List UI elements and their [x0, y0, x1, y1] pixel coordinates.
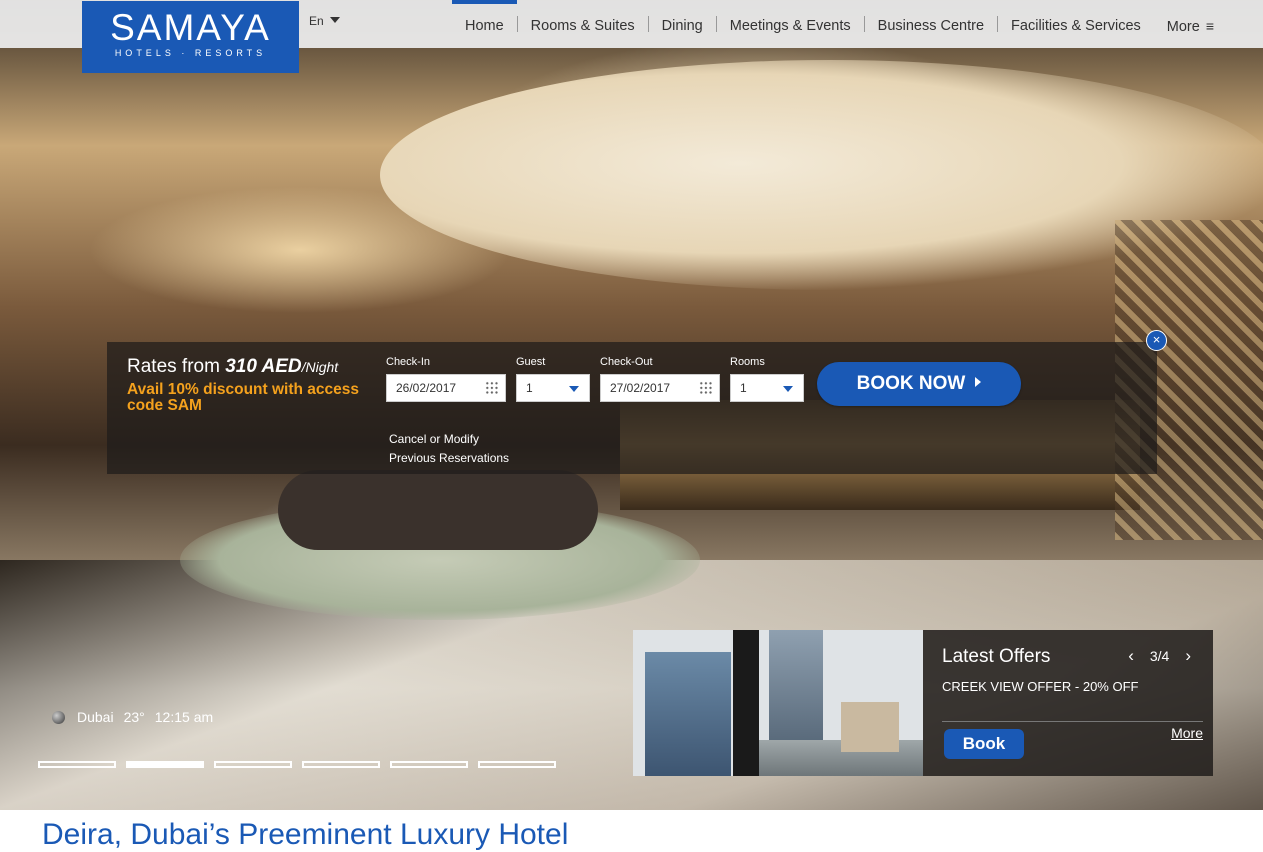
rooms-value: 1	[740, 381, 747, 395]
offer-image-building	[645, 652, 731, 776]
language-selector[interactable]: En	[309, 14, 340, 28]
hero-sofa	[278, 470, 598, 550]
nav-item-home[interactable]: Home	[451, 0, 517, 48]
language-label: En	[309, 14, 324, 28]
checkout-field[interactable]: 27/02/2017	[600, 374, 720, 402]
brand-tagline: HOTELS · RESORTS	[114, 48, 267, 58]
offers-title: Latest Offers	[942, 646, 1051, 667]
checkin-label: Check-In	[386, 356, 431, 368]
guest-label: Guest	[516, 356, 546, 368]
calendar-icon[interactable]	[485, 381, 499, 395]
checkin-field[interactable]: 26/02/2017	[386, 374, 506, 402]
checkin-value: 26/02/2017	[396, 381, 457, 395]
cancel-line-2: Previous Reservations	[389, 451, 510, 465]
nav-item-business-centre[interactable]: Business Centre	[865, 0, 997, 48]
brand-logo[interactable]: SAMAYA HOTELS · RESORTS	[82, 1, 299, 73]
rooms-select[interactable]: 1	[730, 374, 804, 402]
moon-icon	[52, 710, 65, 724]
weather-temp: 23°	[123, 709, 145, 725]
nav-item-meetings-events[interactable]: Meetings & Events	[717, 0, 864, 48]
cancel-modify-link[interactable]: Cancel or Modify Previous Reservations	[389, 430, 509, 468]
offer-more-link[interactable]: More	[1171, 725, 1203, 741]
weather-time: 12:15 am	[154, 709, 214, 725]
book-now-button[interactable]: BOOK NOW	[817, 362, 1021, 406]
chevron-left-icon[interactable]: ‹	[1124, 646, 1138, 666]
brand-name: SAMAYA	[110, 7, 271, 48]
offer-description: CREEK VIEW OFFER - 20% OFF	[942, 679, 1139, 694]
rates-prefix: Rates from	[127, 356, 220, 377]
offers-position: 3/4	[1149, 648, 1170, 664]
calendar-icon[interactable]	[699, 381, 713, 395]
offer-image-divider	[733, 630, 759, 776]
rates-price: 310 AED	[225, 356, 302, 377]
chevron-down-icon	[329, 17, 340, 23]
slider-dot[interactable]	[390, 761, 468, 768]
chevron-down-icon	[569, 386, 579, 392]
offer-book-button[interactable]: Book	[944, 729, 1024, 759]
nav-item-dining[interactable]: Dining	[649, 0, 716, 48]
offer-image[interactable]	[633, 630, 923, 776]
slider-dot[interactable]	[302, 761, 380, 768]
page-headline: Deira, Dubai’s Preeminent Luxury Hotel	[42, 818, 569, 851]
slider-dot[interactable]	[126, 761, 204, 768]
checkout-label: Check-Out	[600, 356, 653, 368]
nav-item-more[interactable]: More ≡	[1154, 0, 1227, 48]
rates-text: Rates from 310 AED/Night	[127, 356, 338, 378]
booking-widget: Rates from 310 AED/Night Avail 10% disco…	[107, 342, 1157, 474]
hamburger-icon: ≡	[1205, 18, 1214, 34]
offers-pager: ‹ 3/4 ›	[1124, 646, 1195, 666]
chevron-right-icon[interactable]: ›	[1181, 646, 1195, 666]
cancel-line-1: Cancel or Modify	[389, 432, 480, 446]
book-now-label: BOOK NOW	[856, 373, 966, 394]
main-nav: Home Rooms & Suites Dining Meetings & Ev…	[451, 0, 1227, 48]
chevron-down-icon	[783, 386, 793, 392]
latest-offers-panel: Latest Offers ‹ 3/4 › CREEK VIEW OFFER -…	[923, 630, 1213, 776]
nav-item-facilities-services[interactable]: Facilities & Services	[998, 0, 1154, 48]
checkout-value: 27/02/2017	[610, 381, 671, 395]
close-icon[interactable]: ×	[1146, 330, 1167, 351]
offer-image-tower	[769, 630, 823, 750]
rooms-label: Rooms	[730, 356, 765, 368]
nav-more-label: More	[1166, 19, 1200, 35]
slider-dot[interactable]	[38, 761, 116, 768]
slider-dot[interactable]	[214, 761, 292, 768]
offer-image-building	[841, 702, 899, 752]
nav-item-rooms-suites[interactable]: Rooms & Suites	[518, 0, 648, 48]
guest-value: 1	[526, 381, 533, 395]
promo-text: Avail 10% discount with access code SAM	[127, 381, 360, 414]
rates-unit: /Night	[301, 359, 339, 375]
arrow-right-icon	[975, 377, 982, 387]
slider-pagination	[38, 761, 566, 768]
weather-widget: Dubai 23° 12:15 am	[52, 709, 213, 725]
slider-dot[interactable]	[478, 761, 556, 768]
guest-select[interactable]: 1	[516, 374, 590, 402]
weather-city: Dubai	[77, 709, 114, 725]
offer-divider	[942, 721, 1203, 722]
